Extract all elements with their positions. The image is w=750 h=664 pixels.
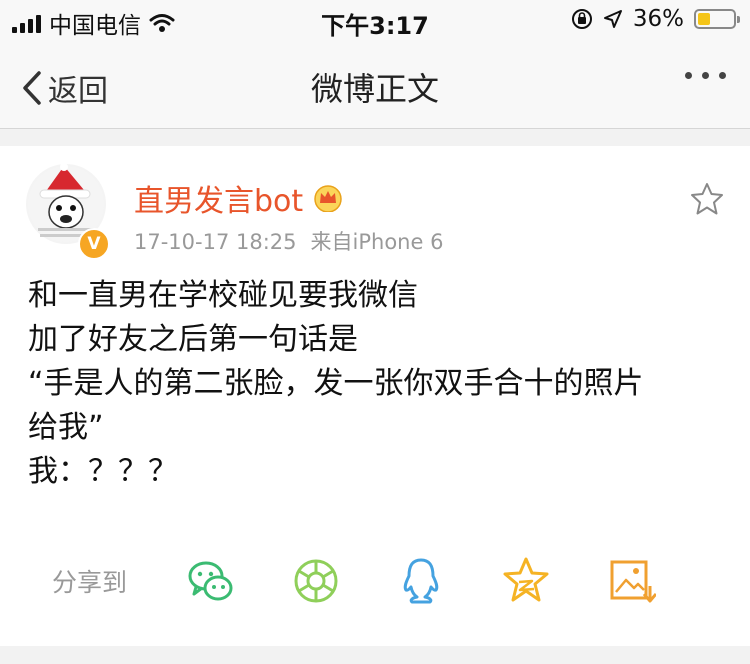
dot-icon [702, 72, 709, 79]
author-name-text: 直男发言bot [134, 184, 304, 219]
dot-icon [719, 72, 726, 79]
post-source: 来自iPhone 6 [310, 230, 444, 254]
battery-level [698, 13, 710, 25]
content-line: 和一直男在学校碰见要我微信 [28, 278, 418, 313]
more-options-button[interactable] [685, 72, 726, 79]
verified-badge: V [78, 228, 110, 260]
content-line: 加了好友之后第一句话是 [28, 322, 358, 357]
dot-icon [685, 72, 692, 79]
page-title: 微博正文 [310, 70, 439, 108]
location-icon [603, 10, 622, 28]
post-card: V 直男发言bot 17-10-17 18:25 来自iPhone 6 和一直男在… [0, 146, 750, 646]
content-line: 给我” [28, 410, 104, 445]
navigation-bar: 返回 微博正文 [0, 40, 750, 129]
battery-percent: 36% [632, 6, 684, 32]
crown-badge-icon [314, 185, 342, 212]
moments-icon[interactable] [291, 556, 341, 606]
save-image-icon[interactable] [606, 556, 656, 606]
content-line: “手是人的第二张脸，发一张你双手合十的照片 [28, 366, 644, 401]
orientation-lock-icon [571, 9, 592, 29]
post-date: 17-10-17 18:25 [134, 230, 297, 254]
status-bar: 中国电信 下午3:17 36% [0, 0, 750, 40]
author-name[interactable]: 直男发言bot [134, 176, 343, 220]
battery-icon [694, 9, 740, 29]
share-label: 分享到 [52, 568, 128, 597]
qzone-icon[interactable] [501, 556, 551, 606]
content-line: 我：？？？ [28, 454, 178, 489]
share-bar: 分享到 [52, 556, 711, 606]
status-right: 36% [571, 6, 740, 32]
post-content: 和一直男在学校碰见要我微信 加了好友之后第一句话是 “手是人的第二张脸，发一张你… [28, 274, 728, 494]
qq-icon[interactable] [396, 556, 446, 606]
post-meta: 17-10-17 18:25 来自iPhone 6 [134, 226, 443, 256]
wechat-icon[interactable] [186, 556, 236, 606]
favorite-star-icon[interactable] [690, 182, 724, 216]
